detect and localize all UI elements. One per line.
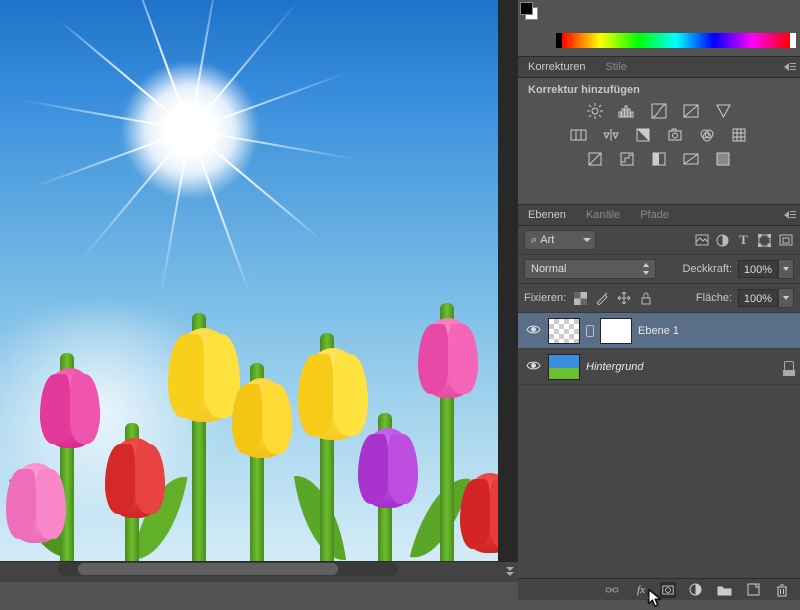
layer-list: Ebene 1 Hintergrund xyxy=(518,313,800,578)
layers-panel: Ebenen Kanäle Pfade ⌕ Art T Normal D xyxy=(518,204,800,578)
layer-filter-row: ⌕ Art T xyxy=(518,226,800,255)
layer-mask-thumbnail[interactable] xyxy=(600,318,632,344)
hue-icon[interactable] xyxy=(569,126,589,144)
lock-position-icon[interactable] xyxy=(616,290,632,306)
bw-icon[interactable] xyxy=(633,126,653,144)
new-layer-icon[interactable] xyxy=(745,582,761,598)
blend-mode-select[interactable]: Normal xyxy=(524,259,656,279)
tab-corrections[interactable]: Korrekturen xyxy=(518,56,595,78)
filter-adjust-icon[interactable] xyxy=(714,232,731,249)
foreground-background-swatch[interactable] xyxy=(518,0,548,26)
visibility-icon[interactable] xyxy=(524,360,542,374)
corrections-panel: Korrekturen Stile Korrektur hinzufügen xyxy=(518,56,800,178)
channel-mixer-icon[interactable] xyxy=(697,126,717,144)
color-balance-icon[interactable] xyxy=(601,126,621,144)
curves-icon[interactable] xyxy=(649,102,669,120)
status-expand-icon[interactable] xyxy=(506,567,516,577)
lock-transparency-icon[interactable] xyxy=(572,290,588,306)
canvas-hscroll[interactable] xyxy=(58,562,398,576)
posterize-icon[interactable] xyxy=(617,150,637,168)
add-mask-icon[interactable] xyxy=(660,582,676,598)
panel-menu-icon[interactable] xyxy=(784,63,796,73)
tab-layers[interactable]: Ebenen xyxy=(518,204,576,226)
document-canvas[interactable] xyxy=(0,0,498,563)
lock-label: Fixieren: xyxy=(524,292,566,304)
vibrance-icon[interactable] xyxy=(713,102,733,120)
filter-type-icon[interactable]: T xyxy=(735,232,752,249)
lock-icon xyxy=(784,361,794,373)
canvas-area xyxy=(0,0,518,582)
tab-paths[interactable]: Pfade xyxy=(630,204,679,226)
panel-menu-icon[interactable] xyxy=(784,211,796,221)
opacity-dropdown[interactable] xyxy=(778,259,794,279)
add-correction-label: Korrektur hinzufügen xyxy=(528,84,790,96)
layer-name[interactable]: Hintergrund xyxy=(586,361,643,373)
invert-icon[interactable] xyxy=(585,150,605,168)
blend-row: Normal Deckkraft: 100% xyxy=(518,255,800,284)
tab-channels[interactable]: Kanäle xyxy=(576,204,630,226)
lut-icon[interactable] xyxy=(729,126,749,144)
filter-shape-icon[interactable] xyxy=(756,232,773,249)
layer-row[interactable]: Hintergrund xyxy=(518,349,800,385)
mask-link-icon[interactable] xyxy=(586,325,594,337)
brightness-icon[interactable] xyxy=(585,102,605,120)
layer-name[interactable]: Ebene 1 xyxy=(638,325,679,337)
fill-value[interactable]: 100% xyxy=(738,289,778,307)
new-group-icon[interactable] xyxy=(716,582,732,598)
selective-color-icon[interactable] xyxy=(713,150,733,168)
link-layers-icon[interactable] xyxy=(604,582,620,598)
blend-mode-label: Normal xyxy=(531,263,566,275)
delete-layer-icon[interactable] xyxy=(774,582,790,598)
color-spectrum[interactable] xyxy=(562,33,790,48)
new-adjustment-icon[interactable] xyxy=(687,582,703,598)
mouse-cursor xyxy=(648,589,662,607)
fill-label: Fläche: xyxy=(696,292,732,304)
lock-row: Fixieren: Fläche: 100% xyxy=(518,284,800,313)
lock-all-icon[interactable] xyxy=(638,290,654,306)
filter-pixel-icon[interactable] xyxy=(693,232,710,249)
layer-row[interactable]: Ebene 1 xyxy=(518,313,800,349)
exposure-icon[interactable] xyxy=(681,102,701,120)
canvas-status-bar xyxy=(0,561,518,582)
fx-icon[interactable]: fx xyxy=(633,582,649,598)
layer-thumbnail[interactable] xyxy=(548,318,580,344)
filter-kind-label: Art xyxy=(540,234,554,246)
photo-filter-icon[interactable] xyxy=(665,126,685,144)
layer-filter-kind[interactable]: ⌕ Art xyxy=(524,230,596,250)
visibility-icon[interactable] xyxy=(524,324,542,338)
layer-thumbnail[interactable] xyxy=(548,354,580,380)
opacity-value[interactable]: 100% xyxy=(738,260,778,278)
tab-styles[interactable]: Stile xyxy=(595,56,636,78)
threshold-icon[interactable] xyxy=(649,150,669,168)
gradient-map-icon[interactable] xyxy=(681,150,701,168)
lock-pixels-icon[interactable] xyxy=(594,290,610,306)
filter-smart-icon[interactable] xyxy=(777,232,794,249)
levels-icon[interactable] xyxy=(617,102,637,120)
fill-dropdown[interactable] xyxy=(778,288,794,308)
search-icon: ⌕ xyxy=(531,234,537,247)
right-panels: Korrekturen Stile Korrektur hinzufügen xyxy=(518,0,800,600)
opacity-label: Deckkraft: xyxy=(682,263,732,275)
